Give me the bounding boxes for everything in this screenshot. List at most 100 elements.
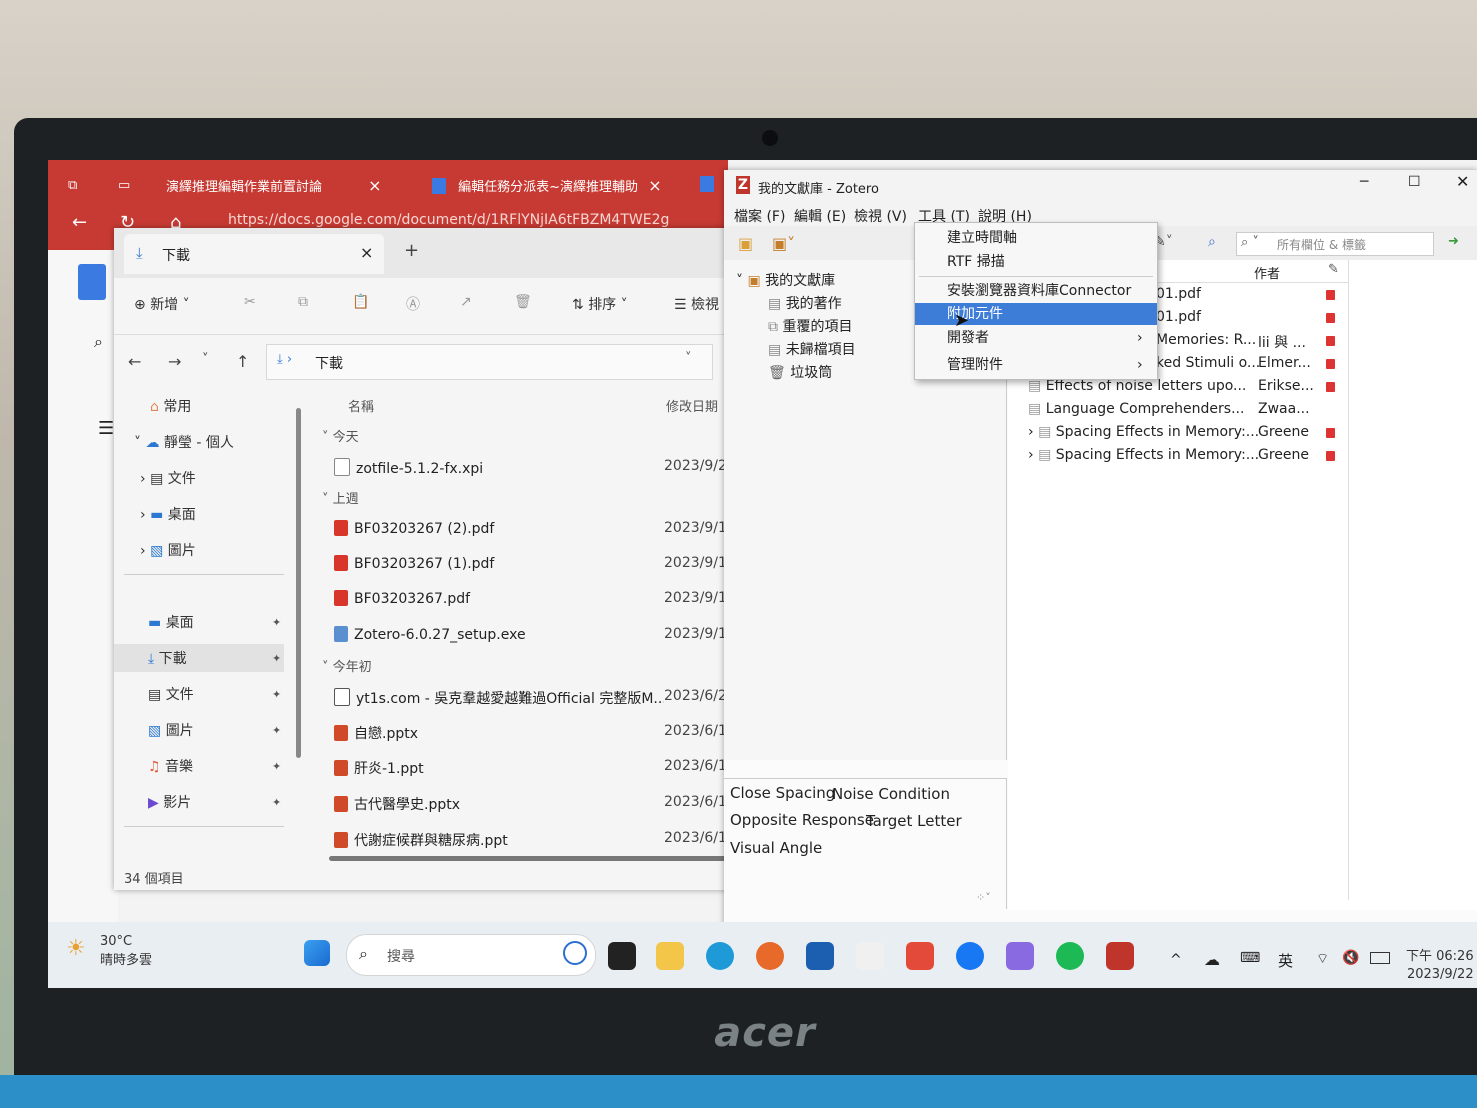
pinned-downloads[interactable]: ⤓ 下載 (114, 644, 284, 672)
keyboard-icon[interactable]: ⌨ (1240, 950, 1260, 966)
menu-item-developer[interactable]: 開發者 › (915, 327, 1157, 349)
minimize-icon[interactable]: ─ (1360, 174, 1368, 190)
task-view-icon[interactable] (608, 942, 636, 970)
explorer-tab[interactable]: ⤓ 下載 × (124, 234, 384, 274)
pdf-icon[interactable] (1326, 451, 1335, 461)
collection-unfiled[interactable]: ▤ 未歸檔項目 (768, 339, 856, 359)
start-button[interactable] (304, 940, 330, 966)
item-row[interactable]: 01.pdf (1156, 309, 1466, 325)
explorer-address-bar[interactable]: ⤓ › 下載 ˅ (266, 344, 713, 380)
browser-tab-1[interactable]: 演繹推理編輯作業前置討論 × (166, 172, 411, 200)
group-today[interactable]: ˅ 今天 (322, 426, 359, 445)
weather-widget[interactable]: 30°C 晴時多雲 (100, 934, 152, 968)
nav-documents[interactable]: › ▤ 文件 (140, 468, 196, 488)
item-row[interactable]: Memories: R... (1156, 332, 1466, 348)
google-docs-icon[interactable] (78, 264, 106, 300)
forward-icon[interactable]: → (168, 352, 181, 371)
pdf-icon[interactable] (1326, 336, 1335, 346)
close-icon[interactable]: ✕ (1456, 172, 1469, 191)
group-last-week[interactable]: ˅ 上週 (322, 488, 359, 507)
pinned-videos[interactable]: ▶ 影片 (148, 792, 191, 812)
menu-item-timeline[interactable]: 建立時間軸 (915, 227, 1157, 249)
firefox-icon[interactable] (756, 942, 784, 970)
search-icon[interactable]: ⌕ (94, 332, 103, 352)
outline-icon[interactable]: ☰ (98, 418, 114, 439)
file-row[interactable]: zotfile-5.1.2-fx.xpi 2023/9/2 (334, 458, 734, 477)
chevron-down-icon[interactable]: ˅ (685, 351, 692, 366)
menu-file[interactable]: 檔案 (F) (734, 206, 785, 226)
amazon-icon[interactable] (856, 942, 884, 970)
file-row[interactable]: yt1s.com - 吳克羣越愛越難過Official 完整版M... 2023/… (334, 688, 734, 708)
back-icon[interactable]: ← (72, 212, 87, 233)
nav-onedrive[interactable]: ˅ ☁ 靜瑩 - 個人 (134, 432, 234, 452)
file-row[interactable]: BF03203267.pdf 2023/9/1 (334, 590, 734, 607)
new-tab-button[interactable]: + (404, 240, 419, 261)
edge-icon[interactable] (706, 942, 734, 970)
battery-icon[interactable] (1370, 952, 1390, 964)
onedrive-icon[interactable]: ☁ (1204, 950, 1220, 969)
rename-icon[interactable]: Ⓐ (406, 294, 420, 314)
nav-desktop[interactable]: › ▬ 桌面 (140, 504, 196, 524)
cut-icon[interactable]: ✂ (244, 294, 256, 310)
file-row[interactable]: 古代醫學史.pptx 2023/6/1 (334, 794, 734, 814)
sync-icon[interactable]: ➜ (1448, 234, 1459, 249)
taskbar-clock[interactable]: 下午 06:26 2023/9/22 (1406, 948, 1474, 984)
tag[interactable]: Target Letter (866, 812, 962, 830)
menu-item-manage-attachments[interactable]: 管理附件 › (915, 354, 1157, 376)
nav-home[interactable]: ⌂ 常用 (150, 396, 191, 416)
menu-item-install-connector[interactable]: 安裝瀏覽器資料庫Connector (915, 280, 1157, 302)
file-row[interactable]: 肝炎-1.ppt 2023/6/1 (334, 758, 734, 778)
pdf-icon[interactable] (1326, 359, 1335, 369)
taskbar-search[interactable]: ⌕ 搜尋 (346, 934, 596, 976)
collection-duplicates[interactable]: ⧉ 重覆的項目 (768, 316, 852, 336)
volume-muted-icon[interactable]: 🔇 (1342, 950, 1359, 966)
zotero-taskbar-icon[interactable] (1106, 942, 1134, 970)
item-row[interactable]: ked Stimuli o... (1156, 355, 1466, 371)
pinned-documents[interactable]: ▤ 文件 (148, 684, 194, 704)
pinned-pictures[interactable]: ▧ 圖片 (148, 720, 194, 740)
menu-item-rtf-scan[interactable]: RTF 掃描 (915, 251, 1157, 273)
browser-tab-3[interactable] (700, 172, 714, 200)
view-button[interactable]: ☰ 檢視 (674, 294, 719, 314)
pdf-icon[interactable] (1326, 428, 1335, 438)
up-icon[interactable]: ↑ (236, 352, 249, 371)
column-header-name[interactable]: 名稱 (348, 396, 374, 415)
spotify-icon[interactable] (1056, 942, 1084, 970)
collection-my-library[interactable]: ˅ ▣ 我的文獻庫 (736, 270, 835, 290)
close-icon[interactable]: × (360, 243, 373, 262)
paste-icon[interactable]: 📋 (352, 294, 369, 310)
new-collection-icon[interactable]: ▣ (738, 234, 753, 253)
sort-button[interactable]: ⇅ 排序 ˅ (572, 294, 628, 314)
file-row[interactable]: BF03203267 (2).pdf 2023/9/1 (334, 520, 734, 537)
file-row[interactable]: 代謝症候群與糖尿病.ppt 2023/6/1 (334, 830, 734, 850)
copy-icon[interactable]: ⧉ (298, 294, 308, 310)
group-early-this-year[interactable]: ˅ 今年初 (322, 656, 372, 675)
close-icon[interactable]: × (648, 176, 661, 195)
tag[interactable]: Opposite Response (730, 811, 874, 829)
locate-icon[interactable]: ⌕ (1208, 234, 1216, 250)
delete-icon[interactable]: 🗑 (514, 294, 532, 310)
wifi-icon[interactable]: ⌔ (1316, 950, 1329, 968)
store-icon[interactable] (806, 942, 834, 970)
pinned-desktop[interactable]: ▬ 桌面 (148, 612, 194, 632)
tag[interactable]: Close Spacing (730, 784, 835, 802)
menu-view[interactable]: 檢視 (V) (854, 206, 907, 226)
new-button[interactable]: ⊕ 新增 ˅ (134, 294, 190, 314)
browser-tab-2[interactable]: 編輯任務分派表~演繹推理輔助 × (432, 172, 682, 200)
column-header-modified[interactable]: 修改日期 (666, 396, 718, 415)
menu-item-add-ons[interactable]: 附加元件 (915, 303, 1157, 325)
item-row[interactable]: 01.pdf (1156, 286, 1466, 302)
file-row[interactable]: 自戀.pptx 2023/6/1 (334, 723, 734, 743)
tag-options-icon[interactable]: ⁘˅ (976, 891, 991, 904)
close-icon[interactable]: × (368, 176, 381, 195)
tab-actions-icon[interactable]: ▭ (118, 172, 130, 200)
chevron-up-icon[interactable]: ^ (1170, 952, 1182, 968)
pdf-icon[interactable] (1326, 290, 1335, 300)
gmail-icon[interactable] (906, 942, 934, 970)
search-input[interactable]: ⌕ ˅ 所有欄位 & 標籤 (1236, 232, 1434, 256)
collection-my-publications[interactable]: ▤ 我的著作 (768, 293, 842, 313)
menu-edit[interactable]: 編輯 (E) (794, 206, 846, 226)
share-icon[interactable]: ↗ (460, 294, 472, 310)
tag[interactable]: Noise Condition (832, 785, 950, 803)
bing-icon[interactable] (563, 941, 587, 965)
